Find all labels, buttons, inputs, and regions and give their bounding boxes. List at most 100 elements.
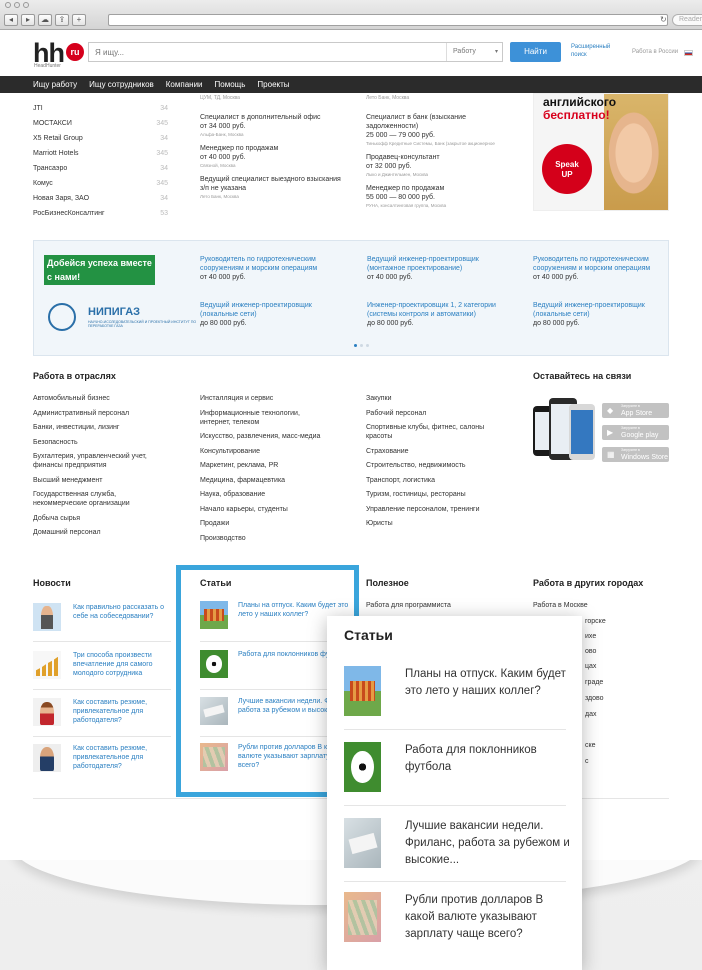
company-row[interactable]: Комус 345 xyxy=(33,176,168,191)
industry-link[interactable]: Искусство, развлечения, масс-медиа xyxy=(200,432,360,441)
industry-link[interactable]: Наука, образование xyxy=(200,490,360,499)
industry-link[interactable]: Автомобильный бизнес xyxy=(33,394,193,403)
news-link[interactable]: Как составить резюме, привлекательное дл… xyxy=(73,698,173,725)
zoom-article-link[interactable]: Лучшие вакансии недели. Фриланс, работа … xyxy=(405,818,570,869)
industry-link[interactable]: Закупки xyxy=(366,394,526,403)
carousel-dot[interactable] xyxy=(354,344,357,347)
city-link[interactable]: Работа в Москве xyxy=(533,602,588,609)
company-row[interactable]: Новая Заря, ЗАО 34 xyxy=(33,191,168,206)
company-row[interactable]: Трансаэро 34 xyxy=(33,161,168,176)
close-window-icon[interactable] xyxy=(5,2,11,8)
icloud-icon[interactable]: ☁ xyxy=(38,14,52,26)
english-promo-banner[interactable]: английского бесплатно! Speak UP xyxy=(533,93,669,211)
ad-vacancy[interactable]: Инженер-проектировщик 1, 2 категории (си… xyxy=(367,301,517,328)
zoom-article-item[interactable]: Рубли против долларов В какой валюте ука… xyxy=(344,892,566,952)
reader-button[interactable]: Reader xyxy=(672,14,702,26)
nav-help[interactable]: Помощь xyxy=(215,76,246,93)
zoom-article-link[interactable]: Планы на отпуск. Каким будет это лето у … xyxy=(405,666,570,700)
find-button[interactable]: Найти xyxy=(510,42,561,62)
search-input[interactable] xyxy=(91,44,431,60)
city-link[interactable]: цах xyxy=(585,663,596,670)
industry-link[interactable]: Бухгалтерия, управленческий учет, финанс… xyxy=(33,452,158,470)
minimize-window-icon[interactable] xyxy=(14,2,20,8)
zoom-window-icon[interactable] xyxy=(23,2,29,8)
search-scope-select[interactable]: Работу ▾ xyxy=(446,43,504,61)
ad-vacancy[interactable]: Руководитель по гидротехническим сооруже… xyxy=(200,255,350,282)
industry-link[interactable]: Начало карьеры, студенты xyxy=(200,505,360,514)
news-item[interactable]: Как правильно рассказать о себе на собес… xyxy=(33,603,171,643)
industry-link[interactable]: Банки, инвестиции, лизинг xyxy=(33,423,193,432)
app-store-button[interactable]: ◆ Загрузите в App Store xyxy=(602,403,669,418)
region-link[interactable]: Работа в России xyxy=(632,49,678,55)
industry-link[interactable]: Строительство, недвижимость xyxy=(366,461,526,470)
ad-vacancy[interactable]: Ведущий инженер-проектировщик (монтажное… xyxy=(367,255,517,282)
industry-link[interactable]: Административный персонал xyxy=(33,409,193,418)
industry-link[interactable]: Транспорт, логистика xyxy=(366,476,526,485)
nav-find-employees[interactable]: Ищу сотрудников xyxy=(89,76,154,93)
vacancy-title[interactable]: Менеджер по продажам xyxy=(200,144,360,153)
industry-link[interactable]: Домашний персонал xyxy=(33,528,193,537)
forward-icon[interactable]: ▸ xyxy=(21,14,35,26)
industry-link[interactable]: Производство xyxy=(200,534,360,543)
news-item[interactable]: Три способа произвести впечатление для с… xyxy=(33,651,171,691)
zoom-article-link[interactable]: Рубли против долларов В какой валюте ука… xyxy=(405,892,570,943)
industry-link[interactable]: Консультирование xyxy=(200,447,360,456)
industry-link[interactable]: Инсталляция и сервис xyxy=(200,394,360,403)
company-row[interactable]: JTI 34 xyxy=(33,101,168,116)
news-link[interactable]: Как правильно рассказать о себе на собес… xyxy=(73,603,173,621)
google-play-button[interactable]: ▶ Загрузите в Google play xyxy=(602,425,669,440)
nav-find-job[interactable]: Ищу работу xyxy=(33,76,77,93)
address-bar[interactable] xyxy=(108,14,668,26)
industry-link[interactable]: Государственная служба, некоммерческие о… xyxy=(33,490,158,508)
company-row[interactable]: МОСТАКСИ 345 xyxy=(33,116,168,131)
industry-link[interactable]: Туризм, гостиницы, рестораны xyxy=(366,490,526,499)
vacancy-title[interactable]: Специалист в дополнительный офис xyxy=(200,113,360,122)
vacancy-title[interactable]: Менеджер по продажам xyxy=(366,184,476,193)
share-icon[interactable]: ⇪ xyxy=(55,14,69,26)
industry-link[interactable]: Медицина, фармацевтика xyxy=(200,476,360,485)
company-row[interactable]: РосБизнесКонсалтинг 53 xyxy=(33,206,168,221)
city-link[interactable]: граде xyxy=(585,679,603,686)
vacancy-title[interactable]: Специалист в банк (взыскание задолженнос… xyxy=(366,113,476,131)
news-item[interactable]: Как составить резюме, привлекательное дл… xyxy=(33,744,171,784)
advanced-search-link[interactable]: Расширенный поиск xyxy=(571,43,615,59)
windows-store-button[interactable]: ▦ Загрузите в Windows Store xyxy=(602,447,669,462)
city-link[interactable]: ске xyxy=(585,742,596,749)
industry-link[interactable]: Страхование xyxy=(366,447,526,456)
nav-companies[interactable]: Компании xyxy=(166,76,203,93)
reload-icon[interactable]: ↻ xyxy=(660,15,667,24)
zoom-article-item[interactable]: Работа для поклонников футбола xyxy=(344,742,566,802)
company-row[interactable]: Marriott Hotels 345 xyxy=(33,146,168,161)
ad-vacancy[interactable]: Ведущий инженер-проектировщик (локальные… xyxy=(533,301,683,328)
industry-link[interactable]: Информационные технологии, интернет, тел… xyxy=(200,409,325,427)
news-item[interactable]: Как составить резюме, привлекательное дл… xyxy=(33,698,171,738)
news-link[interactable]: Три способа произвести впечатление для с… xyxy=(73,651,173,678)
industry-link[interactable]: Спортивные клубы, фитнес, салоны красоты xyxy=(366,423,496,441)
carousel-dot[interactable] xyxy=(366,344,369,347)
city-link[interactable]: здово xyxy=(585,695,604,702)
vacancy-title[interactable]: Ведущий специалист выездного взыскания xyxy=(200,175,360,184)
vacancy-title[interactable]: Продавец-консультант xyxy=(366,153,476,162)
useful-link[interactable]: Работа для программиста xyxy=(366,602,451,609)
industry-link[interactable]: Юристы xyxy=(366,519,526,528)
carousel-dot[interactable] xyxy=(360,344,363,347)
russia-flag-icon[interactable] xyxy=(684,50,693,56)
city-link[interactable]: с xyxy=(585,758,589,765)
industry-link[interactable]: Добыча сырья xyxy=(33,514,193,523)
news-link[interactable]: Как составить резюме, привлекательное дл… xyxy=(73,744,173,771)
industry-link[interactable]: Маркетинг, реклама, PR xyxy=(200,461,360,470)
zoom-article-item[interactable]: Лучшие вакансии недели. Фриланс, работа … xyxy=(344,818,570,878)
ad-vacancy[interactable]: Ведущий инженер-проектировщик (локальные… xyxy=(200,301,350,328)
company-row[interactable]: X5 Retail Group 34 xyxy=(33,131,168,146)
industry-link[interactable]: Управление персоналом, тренинги xyxy=(366,505,526,514)
new-tab-icon[interactable]: + xyxy=(72,14,86,26)
industry-link[interactable]: Продажи xyxy=(200,519,360,528)
city-link[interactable]: ово xyxy=(585,648,596,655)
city-link[interactable]: горске xyxy=(585,618,606,625)
city-link[interactable]: ихе xyxy=(585,633,596,640)
ad-brand[interactable]: НИПИГАЗ xyxy=(88,306,140,318)
industry-link[interactable]: Безопасность xyxy=(33,438,193,447)
zoom-article-link[interactable]: Работа для поклонников футбола xyxy=(405,742,570,776)
back-icon[interactable]: ◂ xyxy=(4,14,18,26)
ad-vacancy[interactable]: Руководитель по гидротехническим сооруже… xyxy=(533,255,683,282)
